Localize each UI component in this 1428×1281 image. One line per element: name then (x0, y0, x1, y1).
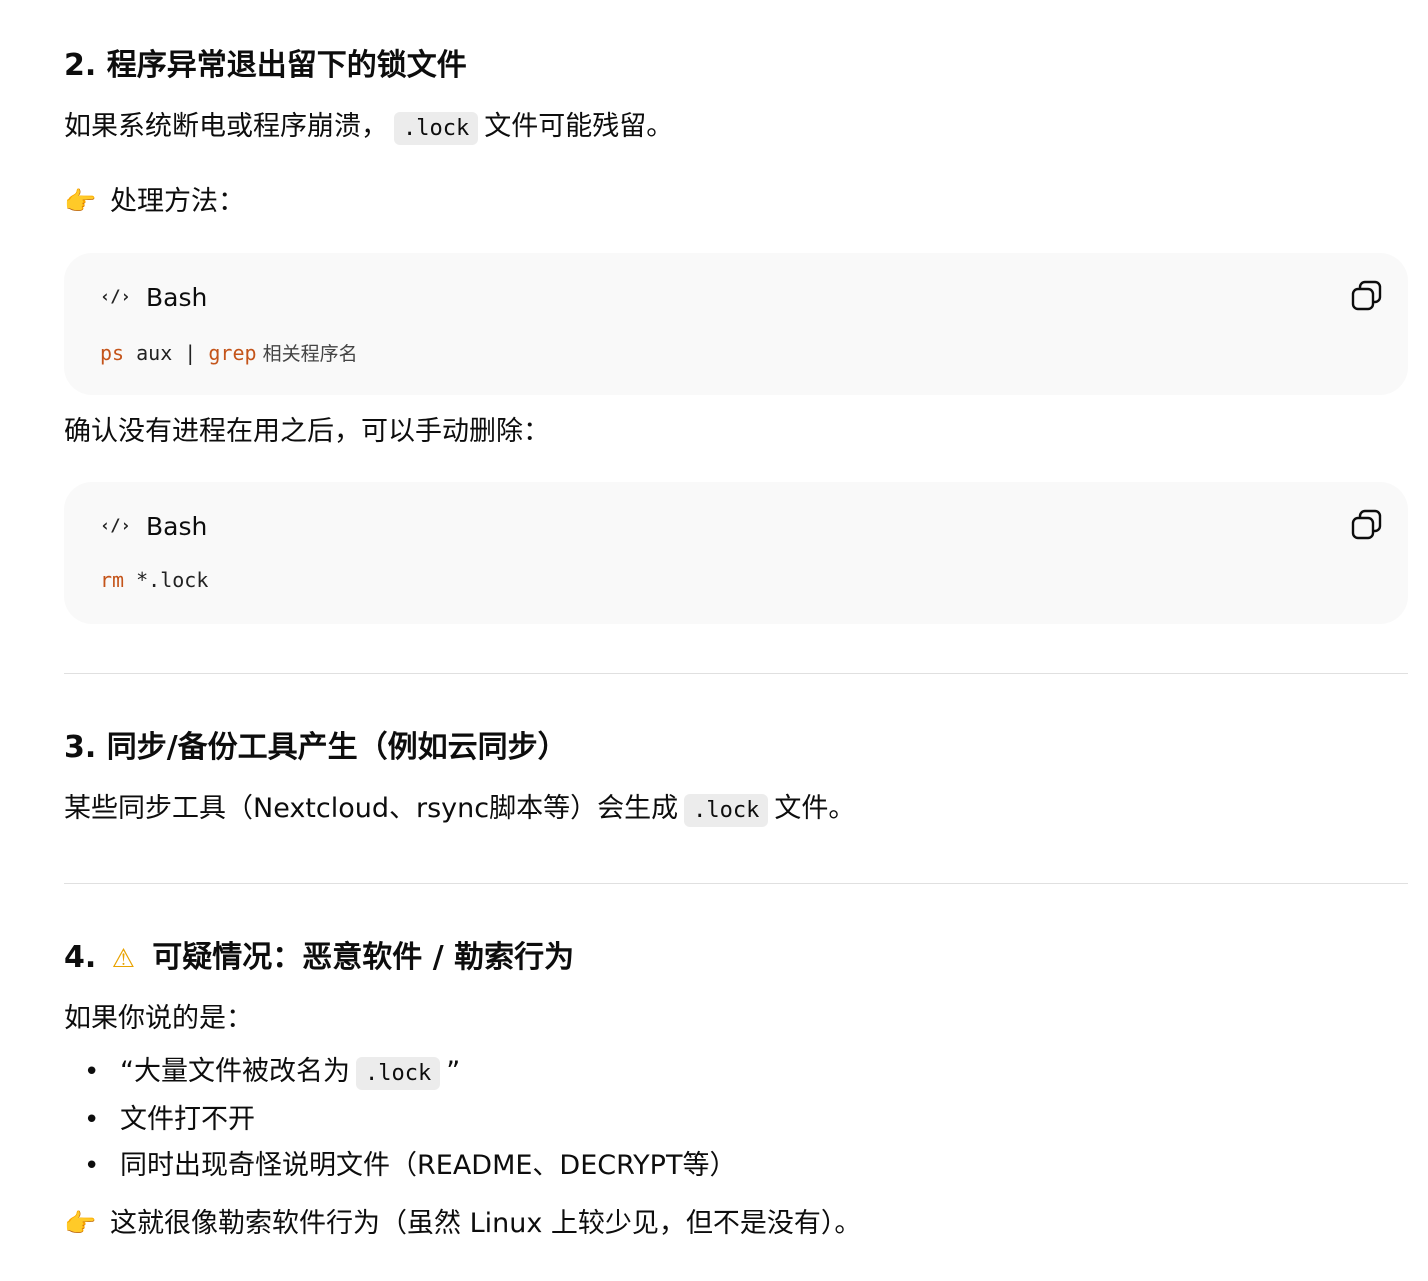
section-divider (64, 673, 1408, 674)
handle-label: 👉 处理方法： (64, 182, 245, 222)
section4-intro: 如果你说的是： (64, 1003, 253, 1034)
warning-icon: ⚠ (111, 944, 135, 974)
code-icon: ‹/› (100, 516, 131, 536)
conclusion: 👉 这就很像勒索软件行为（虽然 Linux 上较少见，但不是没有）。 (64, 1204, 861, 1244)
list-item: 文件打不开 (64, 1097, 736, 1143)
section2-intro: 如果系统断电或程序崩溃， .lock 文件可能残留。 (64, 107, 673, 149)
code-block: ‹/› Bash ps aux | grep 相关程序名 (64, 253, 1408, 395)
code-block: ‹/› Bash rm *.lock (64, 482, 1408, 624)
section-divider (64, 883, 1408, 884)
bullet-list: “大量文件被改名为.lock” 文件打不开 同时出现奇怪说明文件（README、… (64, 1049, 736, 1189)
inline-code: .lock (684, 794, 769, 827)
code-line: rm *.lock (100, 568, 209, 592)
code-block-header: ‹/› Bash (100, 510, 207, 542)
pointing-hand-icon: 👉 (64, 1209, 97, 1239)
section3-text: 某些同步工具（Nextcloud、rsync脚本等）会生成 .lock 文件。 (64, 789, 855, 831)
code-line: ps aux | grep 相关程序名 (100, 341, 358, 365)
code-icon: ‹/› (100, 287, 131, 307)
code-block-header: ‹/› Bash (100, 281, 207, 313)
pointing-hand-icon: 👉 (64, 187, 97, 217)
code-language: Bash (146, 282, 208, 312)
section2-heading: 2. 程序异常退出留下的锁文件 (64, 48, 467, 83)
section4-heading: 4. ⚠ 可疑情况：恶意软件 / 勒索行为 (64, 938, 574, 979)
list-item: 同时出现奇怪说明文件（README、DECRYPT等） (64, 1143, 736, 1189)
copy-icon[interactable] (1350, 508, 1384, 542)
code-language: Bash (146, 511, 208, 541)
inline-code: .lock (394, 112, 479, 145)
inline-code: .lock (356, 1057, 441, 1090)
section3-heading: 3. 同步/备份工具产生（例如云同步） (64, 730, 568, 765)
list-item: “大量文件被改名为.lock” (64, 1049, 736, 1097)
copy-icon[interactable] (1350, 279, 1384, 313)
confirm-text: 确认没有进程在用之后，可以手动删除： (64, 416, 550, 447)
